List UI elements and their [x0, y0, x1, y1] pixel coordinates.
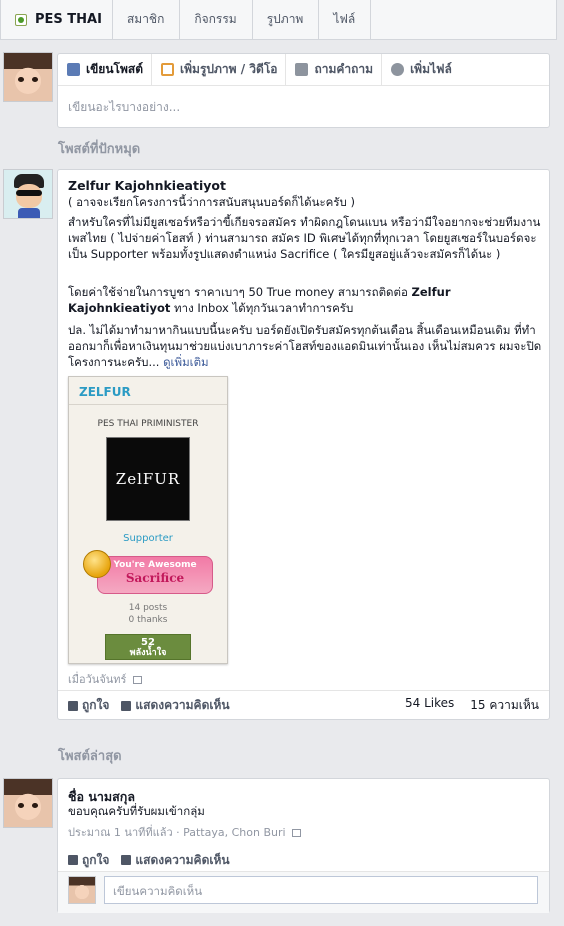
- see-more-link[interactable]: ดูเพิ่มเติม: [163, 355, 209, 369]
- likes-count[interactable]: 54 Likes: [405, 696, 454, 715]
- comment-input[interactable]: เขียนความคิดเห็น: [104, 876, 538, 904]
- card-karma-bar: 52 พลังน้ำใจ: [105, 634, 191, 660]
- thumbs-up-icon: [68, 700, 78, 711]
- comment-icon: [121, 700, 132, 711]
- like-button[interactable]: ถูกใจ: [68, 851, 109, 870]
- pinned-section-title: โพสต์ที่ปักหมุด: [58, 142, 141, 157]
- card-logo: ZelFUR: [106, 437, 190, 521]
- pinned-author-avatar[interactable]: [3, 169, 53, 219]
- commenter-avatar: [68, 876, 96, 904]
- pinned-post: Zelfur Kajohnkieatiyot ( อาจจะเรียกโครงก…: [57, 169, 550, 720]
- comment-button[interactable]: แสดงความคิดเห็น: [121, 696, 230, 715]
- ask-question-tab[interactable]: ถามคำถาม: [286, 53, 383, 86]
- group-name: PES THAI: [35, 12, 102, 27]
- post-actions: ถูกใจ แสดงความคิดเห็น 54 Likes 15 ความเห…: [58, 690, 549, 720]
- comments-count[interactable]: 15 ความเห็น: [470, 696, 539, 715]
- card-username: ZELFUR: [69, 377, 227, 405]
- tab-files[interactable]: ไฟล์: [319, 0, 372, 39]
- card-role: Supporter: [123, 533, 173, 544]
- tab-photos[interactable]: รูปภาพ: [253, 0, 320, 39]
- sacrifice-badge: You're Awesome Sacrifice: [83, 550, 213, 596]
- audience-icon: [292, 829, 302, 837]
- post-image[interactable]: ZELFUR PES THAI PRIMINISTER ZelFUR Suppo…: [68, 376, 228, 664]
- group-nav: PES THAI สมาชิก กิจกรรม รูปภาพ ไฟล์: [0, 0, 557, 40]
- post-paragraph-2: โดยค่าใช้จ่ายในการบูชา ราคาเบาๆ 50 True …: [68, 285, 451, 315]
- thumbs-up-icon: [68, 855, 78, 865]
- question-icon: [295, 63, 309, 76]
- comment-icon: [121, 855, 132, 865]
- post-composer: เขียนโพสต์ เพิ่มรูปภาพ / วิดีโอ ถามคำถาม…: [57, 53, 550, 128]
- add-file-tab[interactable]: เพิ่มไฟล์: [382, 54, 460, 86]
- pencil-icon: [67, 63, 80, 76]
- write-post-tab[interactable]: เขียนโพสต์: [58, 53, 153, 86]
- recent-author-avatar[interactable]: [3, 778, 53, 828]
- post-subtitle: ( อาจจะเรียกโครงการนี้ว่าการสนับสนุนบอร์…: [68, 195, 355, 209]
- add-photo-video-tab[interactable]: เพิ่มรูปภาพ / วิดีโอ: [152, 53, 287, 86]
- file-icon: [391, 63, 405, 76]
- card-rank: PES THAI PRIMINISTER: [97, 419, 199, 429]
- post-paragraph-3: ปล. ไม่ได้มาทำมาหากินแบบนี้นะครับ บอร์ดย…: [68, 323, 542, 369]
- tab-events[interactable]: กิจกรรม: [180, 0, 253, 39]
- group-home-link[interactable]: PES THAI: [1, 0, 113, 39]
- post-text: ขอบคุณครับที่รับผมเข้ากลุ่ม: [68, 804, 205, 818]
- post-timestamp[interactable]: เมื่อวันจันทร์: [68, 670, 142, 688]
- comment-area: เขียนความคิดเห็น: [58, 871, 549, 913]
- composer-input[interactable]: เขียนอะไรบางอย่าง...: [58, 86, 549, 126]
- photo-icon: [161, 63, 175, 76]
- recent-post: ชื่อ นามสกุล ขอบคุณครับที่รับผมเข้ากลุ่ม…: [57, 778, 550, 913]
- tab-members[interactable]: สมาชิก: [113, 0, 181, 39]
- post-meta[interactable]: ประมาณ 1 นาทีที่แล้ว · Pattaya, Chon Bur…: [68, 823, 302, 841]
- comment-button[interactable]: แสดงความคิดเห็น: [121, 851, 230, 870]
- post-author-name[interactable]: Zelfur Kajohnkieatiyot: [68, 178, 226, 193]
- post-paragraph-1: สำหรับใครที่ไม่มียูสเซอร์หรือว่าขี้เกียจ…: [68, 215, 541, 261]
- like-button[interactable]: ถูกใจ: [68, 696, 109, 715]
- card-stats: 14 posts 0 thanks: [128, 603, 168, 625]
- audience-icon: [132, 676, 142, 684]
- group-icon: [15, 13, 27, 26]
- recent-section-title: โพสต์ล่าสุด: [58, 749, 122, 764]
- coin-icon: [83, 550, 111, 578]
- current-user-avatar[interactable]: [3, 52, 53, 102]
